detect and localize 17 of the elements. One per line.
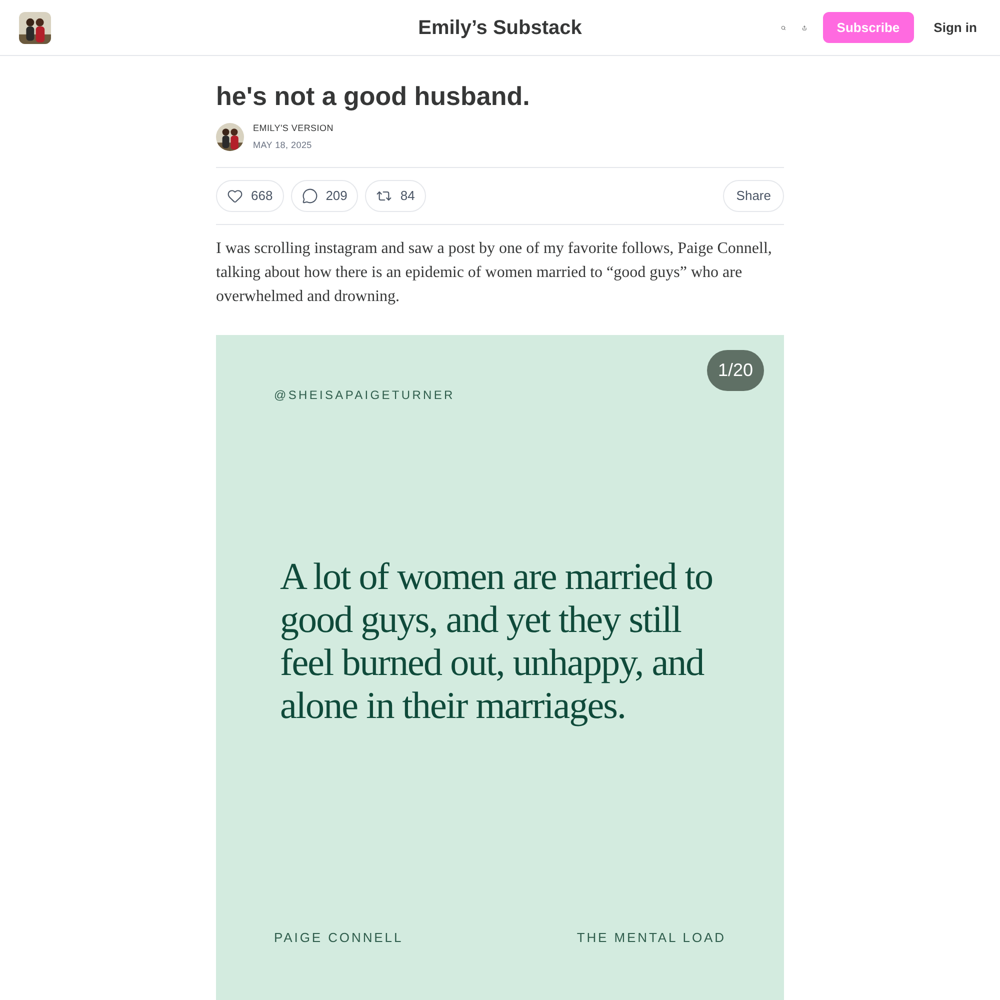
sign-in-button[interactable]: Sign in [930,18,981,38]
author-name[interactable]: EMILY'S VERSION [253,122,334,136]
post-paragraph: I was scrolling instagram and saw a post by one of my favorite follows, Paige Connell, talking about how there is an epidemic of women married to “good guys” who are overwhelmed and drowning. [216,239,773,307]
author-credit: PAIGE CONNELL [274,929,404,947]
speech-bubble-icon [302,188,318,204]
site-title[interactable]: Emily’s Substack [418,12,582,42]
series-title: THE MENTAL LOAD [576,929,726,947]
counter-badge: 1/20 [706,350,764,391]
quote-text: A lot of women are married to good guys, and yet they still feel burned out, unhappy, and alone in their marriages. [279,556,714,728]
share-button[interactable]: Share [723,180,784,212]
heart-icon [227,188,243,204]
instagram-handle: @SHEISAPAIGETURNER [274,387,456,404]
like-button[interactable]: 668 [216,180,284,212]
post-date: MAY 18, 2025 [253,138,313,152]
post-title: he's not a good husband. [216,80,531,113]
comment-button[interactable]: 209 [290,180,358,212]
restack-button[interactable]: 84 [365,180,426,212]
